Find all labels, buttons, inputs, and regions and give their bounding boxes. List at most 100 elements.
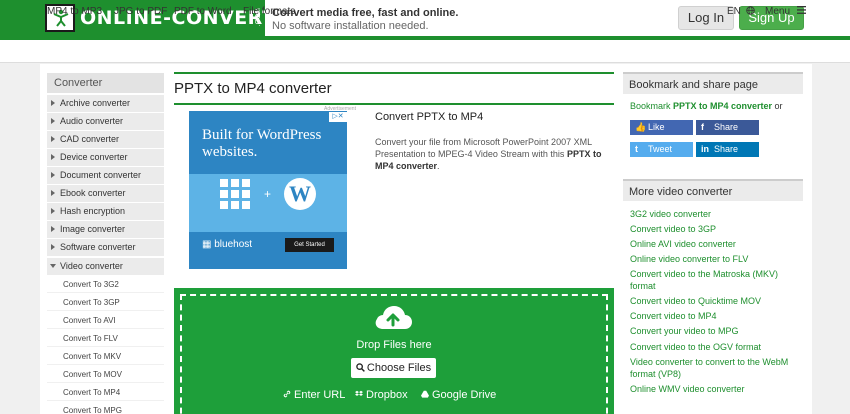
bookmark-section-title: Bookmark and share page [623, 72, 803, 94]
google-drive-label: Google Drive [432, 389, 497, 401]
ad-headline: Built for WordPress websites. [202, 127, 322, 160]
linkedin-share-button[interactable]: in Share [696, 142, 759, 157]
sidebar-item-label: Hash encryption [60, 206, 126, 216]
facebook-like-button[interactable]: 👍 Like [630, 120, 693, 135]
cloud-upload-icon[interactable] [373, 303, 413, 333]
choose-files-label: Choose Files [366, 362, 432, 374]
sidebar-item-label: CAD converter [60, 134, 120, 144]
caret-down-icon [50, 264, 56, 268]
advertisement-banner[interactable]: Built for WordPress websites. + W ▦ blue… [189, 111, 347, 269]
sidebar-subitem-mpg[interactable]: Convert To MPG [47, 402, 164, 414]
more-link-avi[interactable]: Online AVI video converter [630, 238, 805, 250]
more-link-mpg[interactable]: Convert your video to MPG [630, 325, 805, 337]
bookmark-prefix: Bookmark [630, 101, 674, 111]
sidebar-item-label: Image converter [60, 224, 126, 234]
sidebar-subitem-avi[interactable]: Convert To AVI [47, 312, 164, 329]
menu-toggle[interactable]: Menu [765, 6, 806, 17]
more-link-mkv[interactable]: Convert video to the Matroska (MKV) form… [630, 268, 802, 292]
ad-brand: ▦ bluehost [202, 239, 252, 250]
tweet-button[interactable]: t Tweet [630, 142, 693, 157]
drop-files-text: Drop Files here [356, 339, 432, 351]
dropbox-icon [355, 390, 363, 396]
sidebar-item-label: Device converter [60, 152, 128, 162]
sidebar-item-document[interactable]: Document converter [47, 167, 164, 184]
enter-url-label: Enter URL [294, 389, 346, 401]
converter-description: Convert your file from Microsoft PowerPo… [375, 136, 607, 172]
language-code: EN [727, 6, 741, 17]
sidebar-item-label: Archive converter [60, 98, 131, 108]
sidebar-subitem-3gp[interactable]: Convert To 3GP [47, 294, 164, 311]
caret-right-icon [51, 172, 55, 178]
caret-right-icon [51, 190, 55, 196]
sidebar-subitem-mp4[interactable]: Convert To MP4 [47, 384, 164, 401]
link-icon [283, 390, 291, 398]
more-link-ogv[interactable]: Convert video to the OGV format [630, 341, 805, 353]
more-link-3g2[interactable]: 3G2 video converter [630, 208, 805, 220]
page-title: PPTX to MP4 converter [174, 80, 332, 97]
sidebar-subitem-3g2[interactable]: Convert To 3G2 [47, 276, 164, 293]
sidebar-title: Converter [47, 73, 164, 93]
tweet-label: Tweet [648, 144, 673, 154]
facebook-share-label: Share [714, 122, 739, 132]
sidebar-item-device[interactable]: Device converter [47, 149, 164, 166]
facebook-icon: f [701, 122, 704, 132]
like-label: Like [648, 122, 665, 132]
caret-right-icon [51, 136, 55, 142]
tagline-sub: No software installation needed. [272, 20, 429, 32]
more-link-mov[interactable]: Convert video to Quicktime MOV [630, 295, 805, 307]
sidebar-item-software[interactable]: Software converter [47, 239, 164, 256]
dropbox-link[interactable]: Dropbox [355, 389, 408, 401]
globe-icon [745, 6, 755, 15]
menu-label: Menu [765, 6, 791, 17]
facebook-share-button[interactable]: f Share [696, 120, 759, 135]
nav-link-file-formats[interactable]: File formats [243, 6, 295, 17]
sidebar-item-video[interactable]: Video converter [47, 258, 164, 275]
thumbs-up-icon: 👍 [635, 122, 647, 132]
more-link-flv[interactable]: Online video converter to FLV [630, 253, 805, 265]
more-link-3gp[interactable]: Convert video to 3GP [630, 223, 805, 235]
language-selector[interactable]: EN [727, 6, 755, 17]
caret-right-icon [51, 226, 55, 232]
sidebar-subitem-mov[interactable]: Convert To MOV [47, 366, 164, 383]
google-drive-link[interactable]: Google Drive [421, 389, 496, 401]
google-drive-icon [421, 390, 429, 398]
sidebar-item-label: Ebook converter [60, 188, 126, 198]
bookmark-suffix: or [772, 101, 783, 111]
nav-link-pdf-to-word[interactable]: PDF to Word [174, 6, 232, 17]
sidebar-item-cad[interactable]: CAD converter [47, 131, 164, 148]
more-link-webm[interactable]: Video converter to convert to the WebM f… [630, 356, 802, 380]
more-link-wmv[interactable]: Online WMV video converter [630, 383, 805, 395]
sidebar-subitem-mkv[interactable]: Convert To MKV [47, 348, 164, 365]
enter-url-link[interactable]: Enter URL [283, 389, 345, 401]
wordpress-logo-icon: W [284, 178, 316, 210]
choose-files-button[interactable]: Choose Files [351, 358, 436, 378]
sidebar-item-hash[interactable]: Hash encryption [47, 203, 164, 220]
caret-right-icon [51, 154, 55, 160]
sidebar-item-audio[interactable]: Audio converter [47, 113, 164, 130]
tagline-main: Convert media free, fast and online. [272, 7, 459, 19]
ad-brand-text: bluehost [214, 239, 253, 250]
nav-link-jpg-to-pdf[interactable]: JPG to PDF [114, 6, 167, 17]
sidebar-subitem-flv[interactable]: Convert To FLV [47, 330, 164, 347]
ad-cta-button[interactable]: Get Started [285, 238, 334, 252]
caret-right-icon [51, 100, 55, 106]
ad-band [189, 174, 347, 232]
description-text: Convert your file from Microsoft PowerPo… [375, 137, 592, 159]
bookmark-link[interactable]: PPTX to MP4 converter [673, 101, 772, 111]
sidebar-item-image[interactable]: Image converter [47, 221, 164, 238]
bluehost-grid-icon: ▦ [202, 239, 215, 250]
sidebar-item-ebook[interactable]: Ebook converter [47, 185, 164, 202]
description-end: . [437, 161, 440, 171]
dropbox-label: Dropbox [366, 389, 408, 401]
caret-right-icon [51, 208, 55, 214]
title-rule [174, 103, 614, 105]
login-button[interactable]: Log In [678, 6, 734, 30]
linkedin-icon: in [701, 144, 709, 154]
search-icon [356, 363, 365, 372]
nav-link-mp4-to-mp3[interactable]: MP4 to MP3 [47, 6, 102, 17]
converter-heading: Convert PPTX to MP4 [375, 111, 484, 123]
sidebar-item-label: Audio converter [60, 116, 124, 126]
more-link-mp4[interactable]: Convert video to MP4 [630, 310, 805, 322]
sidebar-item-archive[interactable]: Archive converter [47, 95, 164, 112]
ad-close-icon[interactable]: ▷✕ [329, 112, 347, 122]
